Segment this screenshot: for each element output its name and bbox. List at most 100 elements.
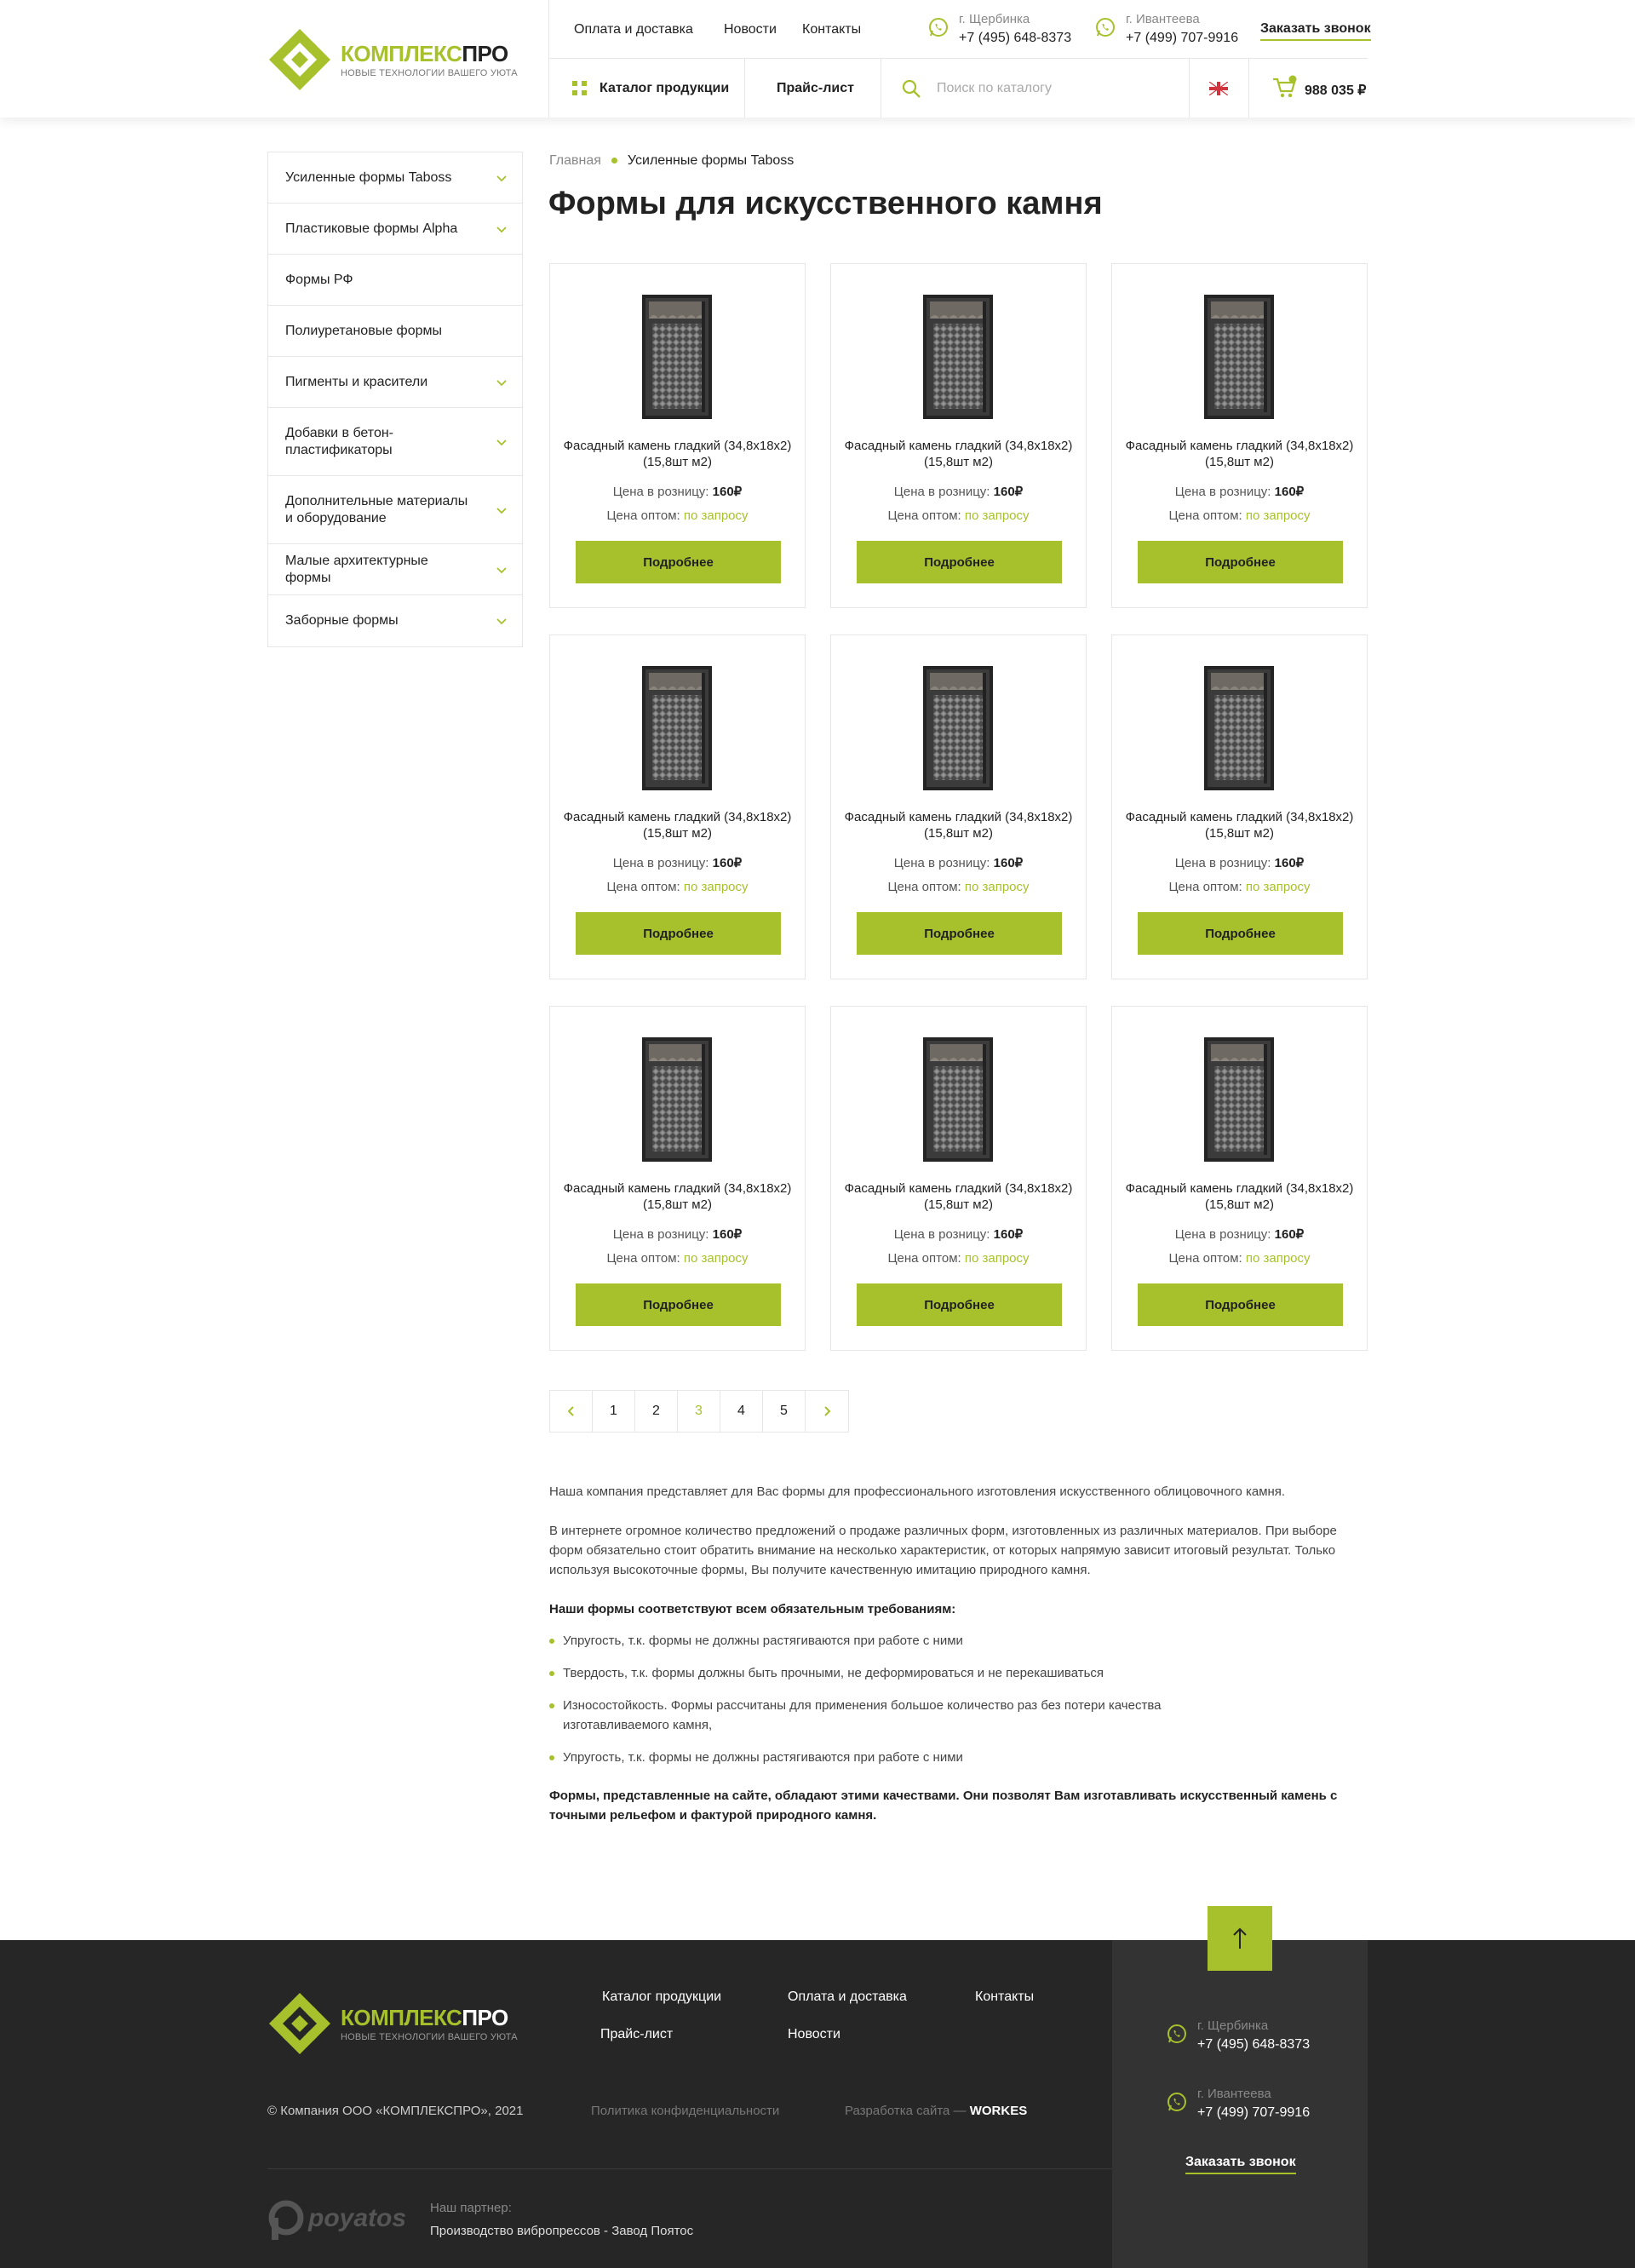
product-image[interactable] (1204, 1037, 1274, 1162)
product-card[interactable]: Фасадный камень гладкий (34,8x18x2) (15,… (830, 1006, 1087, 1351)
product-name[interactable]: Фасадный камень гладкий (34,8x18x2) (15,… (1112, 809, 1367, 841)
partner-caption: Наш партнер: (430, 2201, 512, 2215)
details-button[interactable]: Подробнее (857, 541, 1062, 583)
footer-logo[interactable]: КОМПЛЕКСПРО НОВЫЕ ТЕХНОЛОГИИ ВАШЕГО УЮТА (267, 1990, 531, 2054)
product-image[interactable] (923, 1037, 993, 1162)
footer-nav-catalog[interactable]: Каталог продукции (602, 1990, 721, 2005)
sidebar-item[interactable]: Заборные формы (268, 595, 522, 646)
details-button[interactable]: Подробнее (857, 912, 1062, 955)
product-card[interactable]: Фасадный камень гладкий (34,8x18x2) (15,… (830, 263, 1087, 608)
sidebar-item[interactable]: Усиленные формы Taboss (268, 152, 522, 204)
page-prev[interactable] (550, 1391, 593, 1432)
page-link[interactable]: 2 (635, 1391, 678, 1432)
catalog-grid-icon (572, 81, 588, 96)
footer-nav-payment[interactable]: Оплата и доставка (788, 1990, 907, 2005)
whatsapp-icon[interactable] (1167, 2092, 1187, 2112)
footer-nav-contacts[interactable]: Контакты (975, 1990, 1034, 2005)
whatsapp-icon[interactable] (1167, 2024, 1187, 2044)
sidebar-item[interactable]: Дополнительные материалы и оборудование (268, 476, 522, 544)
scroll-to-top-button[interactable] (1208, 1906, 1272, 1971)
sidebar-item[interactable]: Добавки в бетон-пластификаторы (268, 408, 522, 476)
chevron-down-icon[interactable] (496, 224, 507, 234)
partner-logo[interactable]: poyatos (267, 2197, 412, 2242)
chevron-down-icon[interactable] (496, 377, 507, 388)
callback-button[interactable]: Заказать звонок (1260, 21, 1371, 41)
nav-contacts[interactable]: Контакты (802, 22, 861, 37)
product-card[interactable]: Фасадный камень гладкий (34,8x18x2) (15,… (549, 263, 806, 608)
chevron-down-icon[interactable] (496, 616, 507, 626)
details-button[interactable]: Подробнее (576, 541, 781, 583)
sidebar-item[interactable]: Пигменты и красители (268, 357, 522, 408)
article-paragraph: В интернете огромное количество предложе… (549, 1524, 1337, 1577)
nav-payment-delivery[interactable]: Оплата и доставка (574, 22, 693, 37)
product-image[interactable] (923, 666, 993, 790)
product-name[interactable]: Фасадный камень гладкий (34,8x18x2) (15,… (1112, 1180, 1367, 1213)
product-card[interactable]: Фасадный камень гладкий (34,8x18x2) (15,… (549, 1006, 806, 1351)
product-image[interactable] (642, 295, 712, 419)
chevron-down-icon[interactable] (496, 437, 507, 447)
chevron-down-icon[interactable] (496, 505, 507, 515)
footer-nav-news[interactable]: Новости (788, 2027, 840, 2042)
chevron-down-icon[interactable] (496, 565, 507, 575)
product-card[interactable]: Фасадный камень гладкий (34,8x18x2) (15,… (1111, 634, 1368, 979)
page-link[interactable]: 3 (678, 1391, 720, 1432)
partner-link[interactable]: Производство вибропрессов - Завод Поятос (430, 2224, 693, 2238)
product-card[interactable]: Фасадный камень гладкий (34,8x18x2) (15,… (1111, 263, 1368, 608)
product-image[interactable] (642, 1037, 712, 1162)
page-link[interactable]: 5 (763, 1391, 806, 1432)
requirements-list: Упругость, т.к. формы не должны растягив… (549, 1631, 1350, 1767)
price-list-link[interactable]: Прайс-лист (777, 81, 854, 96)
footer-callback-button[interactable]: Заказать звонок (1185, 2155, 1296, 2174)
sidebar-item[interactable]: Малые архитектурные формы (268, 544, 522, 595)
product-card[interactable]: Фасадный камень гладкий (34,8x18x2) (15,… (1111, 1006, 1368, 1351)
details-button[interactable]: Подробнее (1138, 541, 1343, 583)
details-button[interactable]: Подробнее (576, 912, 781, 955)
whatsapp-icon[interactable] (928, 17, 949, 37)
contact-city: г. Ивантеева (1197, 2087, 1271, 2101)
footer-nav-price-list[interactable]: Прайс-лист (600, 2027, 673, 2042)
product-name[interactable]: Фасадный камень гладкий (34,8x18x2) (15,… (550, 809, 805, 841)
contact-phone[interactable]: +7 (499) 707-9916 (1126, 31, 1238, 46)
details-button[interactable]: Подробнее (1138, 1283, 1343, 1326)
divider (744, 59, 745, 118)
product-name[interactable]: Фасадный камень гладкий (34,8x18x2) (15,… (831, 438, 1086, 470)
product-image[interactable] (923, 295, 993, 419)
sidebar-item[interactable]: Пластиковые формы Alpha (268, 204, 522, 255)
cart-total: 988 035 ₽ (1305, 83, 1367, 98)
page-link[interactable]: 1 (593, 1391, 635, 1432)
details-button[interactable]: Подробнее (576, 1283, 781, 1326)
site-logo[interactable]: КОМПЛЕКСПРО НОВЫЕ ТЕХНОЛОГИИ ВАШЕГО УЮТА (267, 26, 531, 90)
uk-flag-icon[interactable] (1209, 82, 1228, 95)
whatsapp-icon[interactable] (1095, 17, 1116, 37)
product-card[interactable]: Фасадный камень гладкий (34,8x18x2) (15,… (830, 634, 1087, 979)
sidebar-item[interactable]: Полиуретановые формы (268, 306, 522, 357)
product-card[interactable]: Фасадный камень гладкий (34,8x18x2) (15,… (549, 634, 806, 979)
nav-news[interactable]: Новости (724, 22, 777, 37)
wholesale-price: Цена оптом: по запросу (1168, 1251, 1311, 1266)
product-name[interactable]: Фасадный камень гладкий (34,8x18x2) (15,… (1112, 438, 1367, 470)
product-name[interactable]: Фасадный камень гладкий (34,8x18x2) (15,… (550, 1180, 805, 1213)
search-input[interactable] (937, 75, 1175, 102)
logo-title: КОМПЛЕКСПРО (341, 41, 508, 66)
privacy-policy-link[interactable]: Политика конфиденциальности (591, 2104, 779, 2118)
breadcrumb-home[interactable]: Главная (549, 153, 601, 168)
details-button[interactable]: Подробнее (857, 1283, 1062, 1326)
pagination: 12345 (549, 1390, 849, 1433)
product-name[interactable]: Фасадный камень гладкий (34,8x18x2) (15,… (550, 438, 805, 470)
chevron-down-icon[interactable] (496, 173, 507, 183)
page-link[interactable]: 4 (720, 1391, 763, 1432)
product-image[interactable] (1204, 295, 1274, 419)
page-next[interactable] (806, 1391, 848, 1432)
details-button[interactable]: Подробнее (1138, 912, 1343, 955)
contact-phone[interactable]: +7 (495) 648-8373 (1197, 2037, 1310, 2053)
developer-credit[interactable]: Разработка сайта — WORKES (845, 2104, 1027, 2118)
sidebar-item[interactable]: Формы РФ (268, 255, 522, 306)
contact-phone[interactable]: +7 (499) 707-9916 (1197, 2105, 1310, 2121)
contact-phone[interactable]: +7 (495) 648-8373 (959, 31, 1071, 46)
product-image[interactable] (1204, 666, 1274, 790)
product-image[interactable] (642, 666, 712, 790)
search-icon[interactable] (901, 78, 921, 99)
product-name[interactable]: Фасадный камень гладкий (34,8x18x2) (15,… (831, 809, 1086, 841)
cart-button[interactable]: 988 035 ₽ (1272, 73, 1366, 104)
product-name[interactable]: Фасадный камень гладкий (34,8x18x2) (15,… (831, 1180, 1086, 1213)
